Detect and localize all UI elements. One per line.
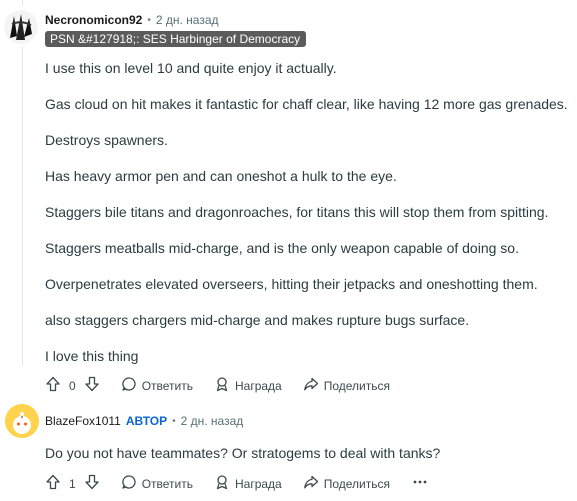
op-badge: АВТОР: [125, 414, 168, 428]
separator-dot: •: [147, 14, 151, 26]
share-label: Поделиться: [323, 378, 390, 393]
award-icon: [214, 376, 235, 395]
comment-paragraph: Do you not have teammates? Or stratogems…: [45, 445, 441, 461]
avatar[interactable]: [4, 10, 38, 44]
comment-paragraph: Gas cloud on hit makes it fantastic for …: [45, 96, 568, 112]
timestamp[interactable]: 2 дн. назад: [181, 414, 244, 428]
vote-count: 0: [69, 378, 76, 393]
reply-label: Ответить: [141, 378, 193, 393]
comment-header: Necronomicon92 • 2 дн. назад: [45, 13, 219, 27]
more-options-button[interactable]: [412, 474, 428, 493]
comment-paragraph: Overpenetrates elevated overseers, hitti…: [45, 276, 538, 292]
vote-group: 1: [45, 474, 100, 493]
author-name[interactable]: BlazeFox1011: [45, 414, 121, 428]
award-label: Награда: [234, 476, 282, 491]
reply-button[interactable]: Ответить: [121, 376, 193, 395]
downvote-icon[interactable]: [84, 474, 100, 493]
comment-actions: 1 Ответить Награда Поделиться: [45, 474, 428, 493]
thread-line: [22, 0, 23, 6]
comment-paragraph: Destroys spawners.: [45, 132, 168, 148]
reply-label: Ответить: [141, 476, 193, 491]
share-icon: [303, 474, 324, 493]
award-button[interactable]: Награда: [214, 474, 282, 493]
thread-line: [22, 46, 23, 366]
share-icon: [303, 376, 324, 395]
share-label: Поделиться: [323, 476, 390, 491]
comment-paragraph: I love this thing: [45, 348, 139, 364]
award-label: Награда: [234, 378, 282, 393]
share-button[interactable]: Поделиться: [303, 474, 390, 493]
reply-button[interactable]: Ответить: [121, 474, 193, 493]
comment-paragraph: Staggers bile titans and dragonroaches, …: [45, 204, 549, 220]
share-button[interactable]: Поделиться: [303, 376, 390, 395]
comment-bubble-icon: [121, 474, 142, 493]
comment-actions: 0 Ответить Награда Поделиться: [45, 376, 390, 395]
award-button[interactable]: Награда: [214, 376, 282, 395]
comment-paragraph: Has heavy armor pen and can oneshot a hu…: [45, 168, 397, 184]
more-dots-icon: [412, 474, 428, 493]
award-icon: [214, 474, 235, 493]
comment-paragraph: I use this on level 10 and quite enjoy i…: [45, 60, 337, 76]
separator-dot: •: [172, 415, 176, 427]
downvote-icon[interactable]: [84, 376, 100, 395]
comment-paragraph: Staggers meatballs mid-charge, and is th…: [45, 240, 519, 256]
upvote-icon[interactable]: [45, 474, 61, 493]
author-name[interactable]: Necronomicon92: [45, 13, 142, 27]
comment-header: BlazeFox1011 АВТОР • 2 дн. назад: [45, 414, 243, 428]
timestamp[interactable]: 2 дн. назад: [156, 13, 219, 27]
avatar[interactable]: [5, 404, 39, 438]
upvote-icon[interactable]: [45, 376, 61, 395]
comment-paragraph: also staggers chargers mid-charge and ma…: [45, 312, 470, 328]
comment-bubble-icon: [121, 376, 142, 395]
vote-count: 1: [69, 476, 76, 491]
user-flair: PSN &#127918;: SES Harbinger of Democrac…: [45, 31, 307, 47]
vote-group: 0: [45, 376, 100, 395]
